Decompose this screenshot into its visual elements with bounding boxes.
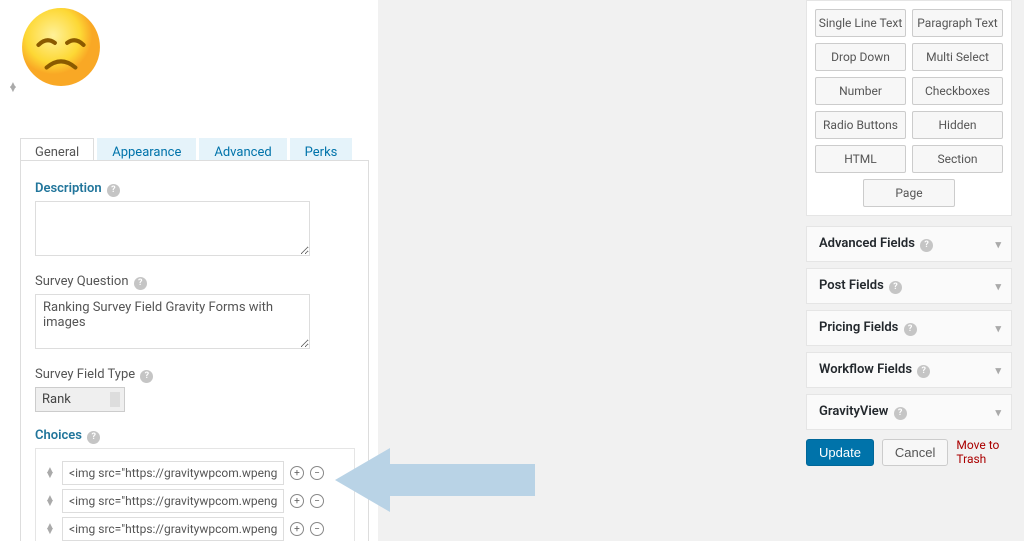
page: ▲▼ ▲▼ General Appea <box>0 0 1024 541</box>
annotation-arrow-icon <box>335 440 535 520</box>
choice-input[interactable] <box>62 461 284 485</box>
remove-choice-button[interactable]: − <box>310 522 324 536</box>
field-multi-select[interactable]: Multi Select <box>912 43 1003 71</box>
editor-column: ▲▼ ▲▼ General Appea <box>0 0 378 541</box>
choices-label: Choices ? <box>35 428 354 444</box>
field-hidden[interactable]: Hidden <box>912 111 1003 139</box>
drag-handle-icon[interactable]: ▲▼ <box>8 84 18 92</box>
section-post-fields[interactable]: Post Fields ? ▾ <box>806 268 1012 304</box>
field-drop-down[interactable]: Drop Down <box>815 43 906 71</box>
survey-field-type-select[interactable]: Rank <box>35 387 125 412</box>
field-paragraph-text[interactable]: Paragraph Text <box>912 9 1003 37</box>
sidebar: Single Line Text Paragraph Text Drop Dow… <box>806 0 1012 466</box>
field-page[interactable]: Page <box>863 179 955 207</box>
choice-row: ▲▼ + − <box>44 517 346 541</box>
help-icon[interactable]: ? <box>87 431 100 444</box>
help-icon[interactable]: ? <box>904 323 917 336</box>
move-to-trash-link[interactable]: Move to Trash <box>956 438 1012 466</box>
help-icon[interactable]: ? <box>107 184 120 197</box>
sad-emoji-icon <box>20 6 102 88</box>
description-label: Description ? <box>35 181 354 197</box>
field-preview: ▲▼ ▲▼ <box>20 0 102 88</box>
chevron-down-icon: ▾ <box>995 280 1001 293</box>
section-advanced-fields[interactable]: Advanced Fields ? ▾ <box>806 226 1012 262</box>
help-icon[interactable]: ? <box>134 277 147 290</box>
field-html[interactable]: HTML <box>815 145 906 173</box>
section-workflow-fields[interactable]: Workflow Fields ? ▾ <box>806 352 1012 388</box>
drag-handle-icon[interactable]: ▲▼ <box>44 496 56 506</box>
choice-row: ▲▼ + − <box>44 489 346 513</box>
drag-handle-icon[interactable]: ▲▼ <box>44 524 56 534</box>
choice-row: ▲▼ + − <box>44 461 346 485</box>
chevron-down-icon: ▾ <box>995 406 1001 419</box>
description-input[interactable] <box>35 201 310 256</box>
survey-question-label: Survey Question ? <box>35 274 354 290</box>
chevron-down-icon: ▾ <box>995 364 1001 377</box>
survey-question-input[interactable]: Ranking Survey Field Gravity Forms with … <box>35 294 310 349</box>
help-icon[interactable]: ? <box>140 370 153 383</box>
drag-handle-icon[interactable]: ▲▼ <box>44 468 56 478</box>
field-radio-buttons[interactable]: Radio Buttons <box>815 111 906 139</box>
help-icon[interactable]: ? <box>894 407 907 420</box>
field-single-line-text[interactable]: Single Line Text <box>815 9 906 37</box>
section-pricing-fields[interactable]: Pricing Fields ? ▾ <box>806 310 1012 346</box>
help-icon[interactable]: ? <box>920 239 933 252</box>
chevron-down-icon: ▾ <box>995 322 1001 335</box>
field-section[interactable]: Section <box>912 145 1003 173</box>
standard-fields-panel: Single Line Text Paragraph Text Drop Dow… <box>806 0 1012 216</box>
survey-field-type-label: Survey Field Type ? <box>35 367 354 383</box>
remove-choice-button[interactable]: − <box>310 466 324 480</box>
section-gravityview[interactable]: GravityView ? ▾ <box>806 394 1012 430</box>
form-actions: Update Cancel Move to Trash <box>806 438 1012 466</box>
choice-input[interactable] <box>62 517 284 541</box>
help-icon[interactable]: ? <box>917 365 930 378</box>
cancel-button[interactable]: Cancel <box>882 439 948 466</box>
field-sections: Advanced Fields ? ▾ Post Fields ? ▾ Pric… <box>806 226 1012 430</box>
general-settings-panel: Description ? Survey Question ? Ranking … <box>20 160 369 541</box>
choices-container: ▲▼ + − ▲▼ + − ▲▼ + − <box>35 448 355 541</box>
field-number[interactable]: Number <box>815 77 906 105</box>
help-icon[interactable]: ? <box>889 281 902 294</box>
update-button[interactable]: Update <box>806 439 874 466</box>
add-choice-button[interactable]: + <box>290 466 304 480</box>
add-choice-button[interactable]: + <box>290 522 304 536</box>
remove-choice-button[interactable]: − <box>310 494 324 508</box>
add-choice-button[interactable]: + <box>290 494 304 508</box>
chevron-down-icon: ▾ <box>995 238 1001 251</box>
choice-input[interactable] <box>62 489 284 513</box>
field-checkboxes[interactable]: Checkboxes <box>912 77 1003 105</box>
